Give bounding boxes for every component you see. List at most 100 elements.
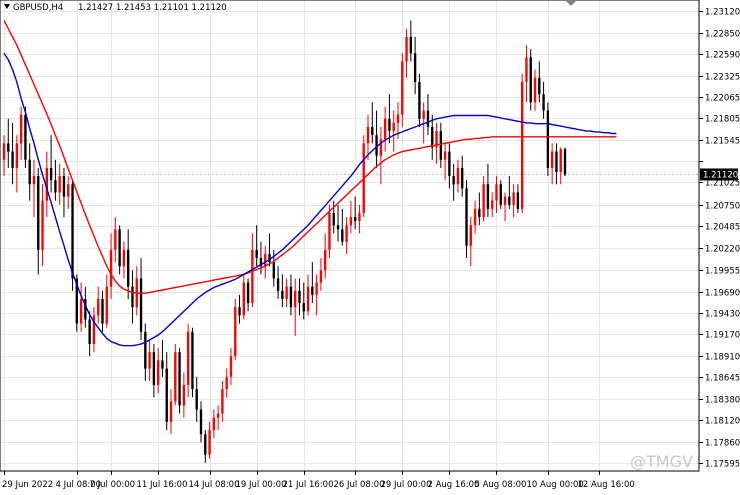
candle-body [341,229,344,242]
y-tick-label: 1.22325 [705,73,740,83]
y-tick-label: 1.22590 [705,51,740,61]
candle[interactable] [178,348,181,414]
candle-body [118,229,121,267]
x-tick-label: 21 Jul 16:00 [283,480,334,490]
candle-body [401,61,404,115]
candle-body [426,110,430,127]
candle-body [58,176,61,193]
candle-body [169,401,173,422]
candle-body [109,249,113,287]
y-tick-label: 1.20750 [705,202,740,212]
last-price-label: 1.21120 [703,170,738,180]
candle-body [101,298,104,324]
candle-body [311,286,314,295]
candle[interactable] [499,180,502,209]
y-tick-label: 1.18380 [705,396,740,406]
candle-body [392,122,395,132]
y-tick-label: 1.17595 [705,460,740,470]
candle-body [191,331,194,390]
candle-body [37,176,40,250]
symbol-label: GBPUSD,H4 [13,3,63,13]
candle-body [67,184,70,197]
candle-body [255,249,258,259]
candle-body [19,114,23,144]
candle-body [251,249,254,304]
candle[interactable] [362,135,365,218]
candle-body [152,352,156,385]
candle-body [11,151,14,168]
candle-body [486,184,490,209]
candle-body [336,225,340,230]
candle-body [409,36,413,54]
candle[interactable] [191,327,194,398]
candle-body [345,225,348,242]
candle-body [28,159,31,185]
candle-body [97,298,100,316]
candle-body [199,409,203,435]
candle-body [306,286,310,312]
candle-body [503,196,507,205]
x-tick-label: 10 Aug 00:00 [527,480,584,490]
candle-body [478,208,481,218]
y-tick-label: 1.18910 [705,353,740,363]
candle-body [559,149,562,173]
candle-body [156,360,160,385]
candle-body [324,249,327,271]
candle-body [529,57,532,103]
candle-body [234,307,237,357]
candle-body [122,249,126,267]
candle-body [379,139,383,156]
candle-body [439,131,442,160]
candle-body [139,278,143,332]
x-tick-label: 7 Jul 00:00 [90,480,136,490]
candle-body [520,81,524,209]
candle-body [358,212,361,222]
candle-body [105,286,108,324]
y-tick-label: 1.18120 [705,417,740,427]
candle-body [272,262,275,279]
candle-body [238,307,241,316]
candle-body [413,53,417,82]
candle-body [7,143,10,152]
candle-body [495,184,498,201]
candle-body [15,143,19,168]
candle-body [32,176,36,185]
candle-body [264,253,267,267]
candle[interactable] [174,344,177,406]
candle-body [49,167,53,181]
candle-body [396,114,400,123]
candle-body [546,110,550,168]
y-tick-label: 1.17860 [705,439,740,449]
candle-body [24,114,27,160]
candle-body [516,192,520,209]
candle-body [79,298,83,324]
candle-body [366,126,370,144]
candle-body [443,151,447,160]
candle[interactable] [234,298,237,361]
candle-body [508,196,511,205]
candle[interactable] [529,49,532,111]
candle-body [285,286,288,299]
candle-body [499,184,502,205]
candle-body [465,188,468,246]
candle-body [473,208,477,226]
y-tick-label: 1.19690 [705,289,740,299]
chart-window[interactable]: 1.23120 1.22850 1.22590 1.22325 1.22065 1.218… [0,0,740,491]
candle-body [563,149,567,175]
y-tick-label: 1.23120 [705,8,740,18]
candle-body [431,126,434,148]
price-chart[interactable]: 1.23120 1.22850 1.22590 1.22325 1.22065 1.218… [0,0,740,491]
candle[interactable] [563,147,567,177]
candle-body [555,151,558,173]
y-tick-label: 1.21805 [705,115,740,125]
candle-body [469,225,472,246]
candle-body [225,376,228,390]
y-tick-label: 1.19430 [705,310,740,320]
candle-body [144,331,147,369]
candle[interactable] [546,102,550,177]
candle[interactable] [520,73,524,213]
candle-body [328,212,331,250]
x-tick-label: 11 Jul 16:00 [137,480,188,490]
candle-body [71,184,74,279]
candle-body [353,217,357,222]
